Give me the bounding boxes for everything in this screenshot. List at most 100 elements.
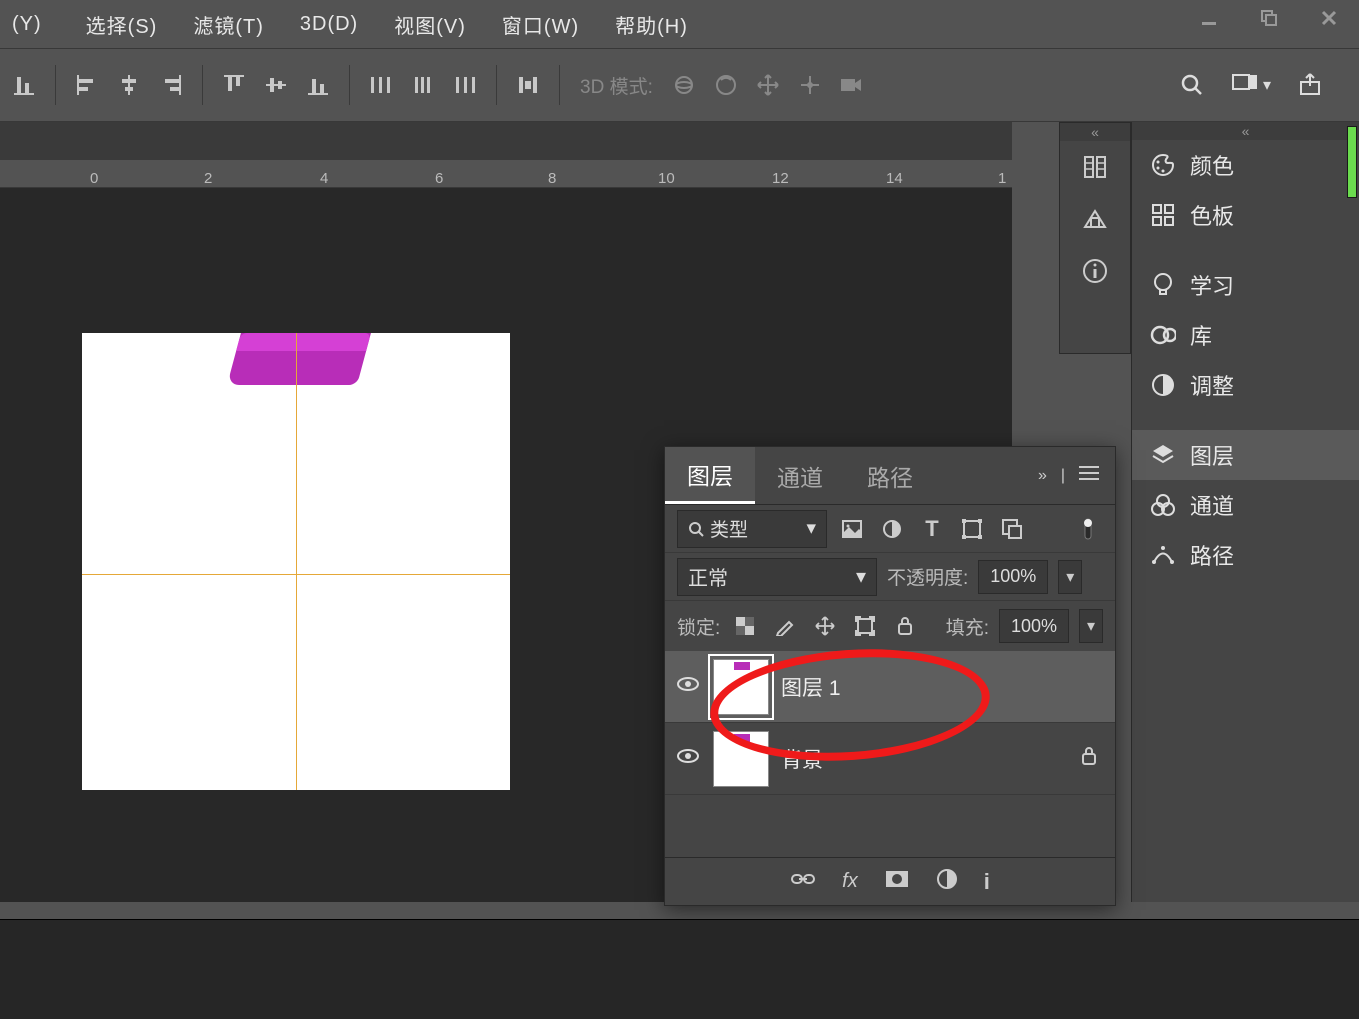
palette-icon — [1150, 152, 1176, 178]
screenmode-icon[interactable]: ▾ — [1223, 66, 1279, 104]
more-icon[interactable]: i — [984, 869, 990, 895]
ruler-tick: 0 — [90, 170, 98, 187]
layer-thumbnail[interactable] — [713, 659, 769, 715]
lock-icon[interactable] — [1075, 746, 1103, 771]
link-layers-icon[interactable] — [790, 871, 816, 892]
align-right-icon[interactable] — [152, 66, 190, 104]
align-bottom2-icon[interactable] — [299, 66, 337, 104]
layer-thumbnail[interactable] — [713, 731, 769, 787]
lock-all-icon[interactable] — [890, 611, 920, 641]
search-icon[interactable] — [1173, 66, 1211, 104]
panel-tab-libraries[interactable]: 库 — [1132, 310, 1359, 360]
panel-tab-channels[interactable]: 通道 — [1132, 480, 1359, 530]
ruler-tick: 12 — [772, 170, 789, 187]
menu-item-filter[interactable]: 滤镜(T) — [181, 10, 276, 39]
menu-item-view[interactable]: 视图(V) — [382, 10, 478, 39]
minimize-button[interactable] — [1179, 0, 1239, 36]
visibility-toggle[interactable] — [677, 676, 701, 697]
align-hcenter-icon[interactable] — [110, 66, 148, 104]
panel-tab-color[interactable]: 颜色 — [1132, 140, 1359, 190]
cc-icon — [1150, 322, 1176, 348]
menu-item-3d[interactable]: 3D(D) — [288, 13, 370, 36]
panel-label: 色板 — [1190, 199, 1234, 231]
tab-paths[interactable]: 路径 — [845, 447, 935, 504]
purple-shape[interactable] — [227, 333, 371, 385]
bottom-bar — [0, 919, 1359, 1019]
layer-fx-button[interactable]: fx — [842, 870, 858, 893]
panel-tab-layers[interactable]: 图层 — [1132, 430, 1359, 480]
ruler-tick: 14 — [886, 170, 903, 187]
roll3d-icon[interactable] — [707, 66, 745, 104]
panel-expand-button[interactable]: » — [1038, 467, 1047, 485]
fill-field[interactable]: 100% — [999, 609, 1069, 643]
horizontal-guide[interactable] — [82, 574, 510, 575]
horizontal-ruler[interactable]: 0 2 4 6 8 10 12 14 1 — [0, 160, 1012, 188]
filter-adjust-icon[interactable] — [877, 514, 907, 544]
filter-label: 类型 — [710, 515, 748, 542]
maximize-button[interactable] — [1239, 0, 1299, 36]
audio-level-meter — [1347, 126, 1357, 198]
tab-layers[interactable]: 图层 — [665, 447, 755, 504]
adjustment-layer-icon[interactable] — [936, 868, 958, 895]
lock-position-icon[interactable] — [810, 611, 840, 641]
panel-menu-button[interactable] — [1079, 465, 1099, 486]
close-button[interactable] — [1299, 0, 1359, 36]
orbit3d-icon[interactable] — [665, 66, 703, 104]
panel-tab-adjustments[interactable]: 调整 — [1132, 360, 1359, 410]
layer-name[interactable]: 图层 1 — [781, 672, 841, 702]
ruler-tick: 2 — [204, 170, 212, 187]
filter-smart-icon[interactable] — [997, 514, 1027, 544]
lock-transparency-icon[interactable] — [730, 611, 760, 641]
lock-pixels-icon[interactable] — [770, 611, 800, 641]
layer-name[interactable]: 背景 — [781, 744, 823, 774]
blend-mode-value: 正常 — [688, 562, 728, 591]
slide3d-icon[interactable] — [791, 66, 829, 104]
distribute-h-icon[interactable] — [362, 66, 400, 104]
tab-channels[interactable]: 通道 — [755, 447, 845, 504]
distribute-hc-icon[interactable] — [404, 66, 442, 104]
layer-row[interactable]: 背景 — [665, 723, 1115, 795]
share-icon[interactable] — [1291, 66, 1329, 104]
panel-tab-learn[interactable]: 学习 — [1132, 260, 1359, 310]
dock-collapse-button[interactable]: « — [1132, 122, 1359, 140]
align-vcenter-icon[interactable] — [257, 66, 295, 104]
pan3d-icon[interactable] — [749, 66, 787, 104]
opacity-dropdown[interactable]: ▾ — [1058, 560, 1082, 594]
align-top-icon[interactable] — [215, 66, 253, 104]
ruler-tick: 10 — [658, 170, 675, 187]
vertical-guide[interactable] — [296, 333, 297, 790]
ruler-tick: 1 — [998, 170, 1006, 187]
canvas[interactable] — [82, 333, 510, 790]
panel-tab-swatches[interactable]: 色板 — [1132, 190, 1359, 240]
properties-icon[interactable] — [1060, 193, 1130, 245]
history-icon[interactable] — [1060, 141, 1130, 193]
lock-label: 锁定: — [677, 613, 720, 640]
align-left-icon[interactable] — [68, 66, 106, 104]
filter-pixel-icon[interactable] — [837, 514, 867, 544]
menu-item-select[interactable]: 选择(S) — [74, 10, 170, 39]
separator — [496, 65, 497, 105]
strip-collapse-button[interactable]: « — [1060, 123, 1130, 141]
camera3d-icon[interactable] — [833, 66, 871, 104]
distribute-spacing-icon[interactable] — [509, 66, 547, 104]
fill-dropdown[interactable]: ▾ — [1079, 609, 1103, 643]
filter-text-icon[interactable]: T — [917, 514, 947, 544]
visibility-toggle[interactable] — [677, 748, 701, 769]
menu-item-window[interactable]: 窗口(W) — [490, 10, 591, 39]
layer-row[interactable]: 图层 1 — [665, 651, 1115, 723]
opacity-field[interactable]: 100% — [978, 560, 1048, 594]
blend-mode-select[interactable]: 正常 ▾ — [677, 558, 877, 596]
info-icon[interactable] — [1060, 245, 1130, 297]
align-bottom-icon[interactable] — [5, 66, 43, 104]
filter-shape-icon[interactable] — [957, 514, 987, 544]
panel-tab-paths[interactable]: 路径 — [1132, 530, 1359, 580]
menu-item-help[interactable]: 帮助(H) — [603, 10, 700, 39]
filter-toggle[interactable] — [1073, 514, 1103, 544]
add-mask-icon[interactable] — [884, 869, 910, 894]
tab-strip[interactable] — [0, 122, 1012, 160]
lock-artboard-icon[interactable] — [850, 611, 880, 641]
menu-item-y[interactable]: (Y) — [0, 13, 54, 36]
filter-type-select[interactable]: 类型 ▾ — [677, 510, 827, 548]
separator — [559, 65, 560, 105]
distribute-hr-icon[interactable] — [446, 66, 484, 104]
